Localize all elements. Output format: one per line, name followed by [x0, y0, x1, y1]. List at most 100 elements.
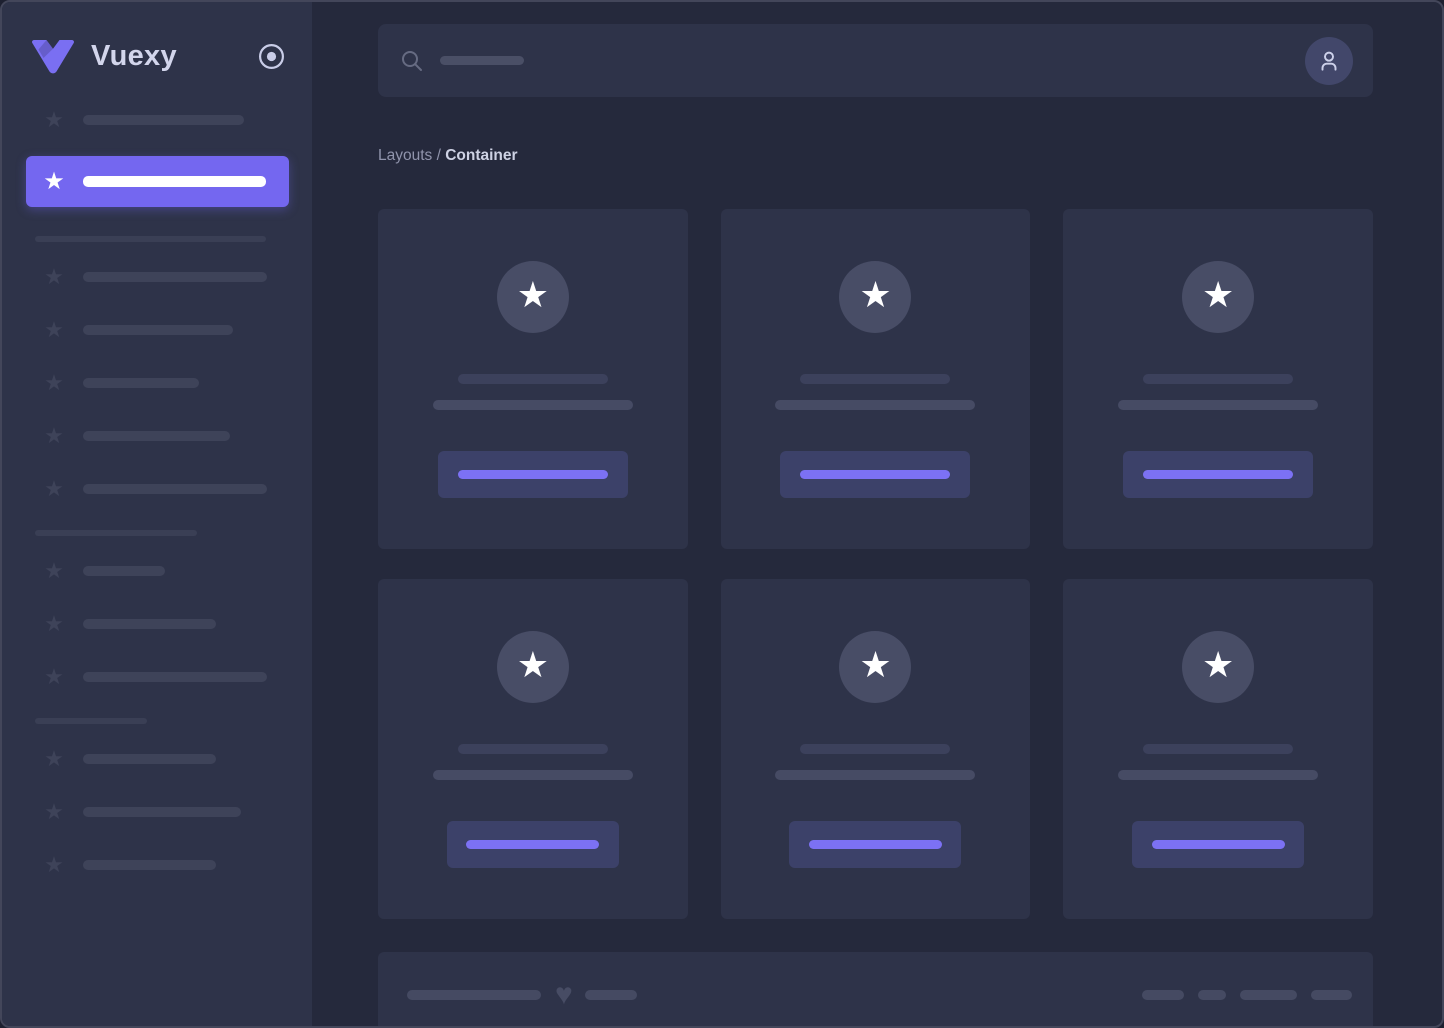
- heart-icon[interactable]: ♥: [555, 980, 573, 1010]
- card-action-button[interactable]: [789, 821, 962, 868]
- card-subtitle-placeholder: [432, 770, 633, 780]
- star-icon: ★: [44, 370, 64, 395]
- menu-label-placeholder: [83, 619, 216, 629]
- card-action-button[interactable]: [1123, 451, 1314, 498]
- footer-meta-bar: [1311, 990, 1352, 1000]
- star-icon: ★: [43, 167, 65, 195]
- card-title-placeholder: [800, 744, 951, 754]
- breadcrumb-parent[interactable]: Layouts: [378, 147, 432, 164]
- logo-row: Vuexy: [30, 32, 285, 80]
- menu-label-placeholder: [83, 176, 266, 187]
- content-card: ★: [1063, 209, 1373, 549]
- card-avatar: ★: [839, 631, 912, 703]
- sidebar-item[interactable]: ★: [26, 747, 289, 771]
- sidebar-item[interactable]: ★: [26, 665, 289, 689]
- sidebar-item[interactable]: ★: [26, 318, 289, 342]
- card-subtitle-placeholder: [775, 770, 976, 780]
- menu-pin-toggle[interactable]: [258, 43, 285, 70]
- footer-card: ♥: [378, 952, 1373, 1026]
- star-icon: ★: [44, 799, 64, 824]
- card-avatar: ★: [1182, 261, 1255, 333]
- main-content: Layouts / Container ★ ★ ★ ★ ★ ★ ♥: [312, 2, 1442, 1026]
- footer-small-bar: [584, 990, 637, 1000]
- sidebar-item[interactable]: ★: [26, 800, 289, 824]
- star-icon: ★: [44, 317, 64, 342]
- card-subtitle-placeholder: [1118, 770, 1319, 780]
- card-grid: ★ ★ ★ ★ ★ ★: [378, 209, 1373, 919]
- breadcrumb-current: Container: [445, 147, 518, 164]
- sidebar-item[interactable]: ★: [26, 108, 289, 132]
- card-avatar: ★: [496, 631, 569, 703]
- star-icon: ★: [44, 476, 64, 501]
- star-icon: ★: [44, 423, 64, 448]
- menu-label-placeholder: [83, 672, 267, 682]
- sidebar-section-header-placeholder: [35, 530, 197, 536]
- card-action-button[interactable]: [780, 451, 971, 498]
- user-icon: [1316, 48, 1342, 74]
- card-subtitle-placeholder: [432, 400, 633, 410]
- card-action-button[interactable]: [437, 451, 628, 498]
- star-icon: ★: [44, 558, 64, 583]
- card-avatar: ★: [496, 261, 569, 333]
- star-icon: ★: [44, 264, 64, 289]
- star-icon: ★: [859, 274, 892, 315]
- footer-right-bars: [1142, 990, 1352, 1000]
- sidebar-section-header-placeholder: [35, 236, 266, 242]
- card-title-placeholder: [1143, 744, 1294, 754]
- content-card: ★: [720, 209, 1031, 549]
- card-avatar: ★: [839, 261, 912, 333]
- record-circle-icon: [258, 43, 285, 70]
- button-label-placeholder: [800, 470, 951, 479]
- card-avatar: ★: [1182, 631, 1255, 703]
- menu-label-placeholder: [83, 754, 216, 764]
- sidebar-item[interactable]: ★: [26, 265, 289, 289]
- sidebar-item[interactable]: ★: [26, 424, 289, 448]
- menu-label-placeholder: [83, 378, 199, 388]
- search-icon: [401, 50, 423, 72]
- sidebar-section-header-placeholder: [35, 718, 147, 724]
- content-card: ★: [1063, 579, 1373, 919]
- star-icon: ★: [516, 274, 549, 315]
- breadcrumb-separator: /: [432, 147, 446, 164]
- breadcrumb: Layouts / Container: [378, 147, 1373, 165]
- star-icon: ★: [516, 644, 549, 685]
- sidebar-item[interactable]: ★: [26, 477, 289, 501]
- sidebar-item-active[interactable]: ★: [26, 156, 289, 207]
- button-label-placeholder: [1143, 470, 1294, 479]
- menu-label-placeholder: [83, 860, 216, 870]
- star-icon: ★: [44, 611, 64, 636]
- menu-label-placeholder: [83, 115, 244, 125]
- card-title-placeholder: [1143, 374, 1294, 384]
- star-icon: ★: [44, 852, 64, 877]
- sidebar-item[interactable]: ★: [26, 612, 289, 636]
- card-action-button[interactable]: [1132, 821, 1305, 868]
- card-title-placeholder: [457, 744, 608, 754]
- footer-row: ♥: [378, 952, 1373, 1010]
- content-card: ★: [378, 209, 688, 549]
- card-title-placeholder: [800, 374, 951, 384]
- menu-label-placeholder: [83, 484, 267, 494]
- sidebar-item[interactable]: ★: [26, 371, 289, 395]
- button-label-placeholder: [1151, 840, 1285, 849]
- star-icon: ★: [1202, 644, 1235, 685]
- vuexy-logo-icon: [30, 38, 76, 75]
- star-icon: ★: [1202, 274, 1235, 315]
- sidebar-item[interactable]: ★: [26, 559, 289, 583]
- menu-label-placeholder: [83, 272, 267, 282]
- card-action-button[interactable]: [446, 821, 619, 868]
- menu-label-placeholder: [83, 566, 165, 576]
- button-label-placeholder: [457, 470, 608, 479]
- card-title-placeholder: [457, 374, 608, 384]
- sidebar-nav: ★ ★ ★ ★ ★ ★ ★ ★ ★ ★ ★ ★ ★: [26, 108, 289, 877]
- search-bar[interactable]: [378, 24, 1373, 97]
- content-card: ★: [720, 579, 1031, 919]
- star-icon: ★: [44, 664, 64, 689]
- app-title: Vuexy: [91, 39, 177, 72]
- sidebar-item[interactable]: ★: [26, 853, 289, 877]
- user-avatar-button[interactable]: [1305, 36, 1353, 85]
- button-label-placeholder: [808, 840, 942, 849]
- menu-label-placeholder: [83, 431, 230, 441]
- footer-meta-bar: [1240, 990, 1297, 1000]
- button-label-placeholder: [466, 840, 600, 849]
- search-placeholder-bar: [440, 56, 524, 65]
